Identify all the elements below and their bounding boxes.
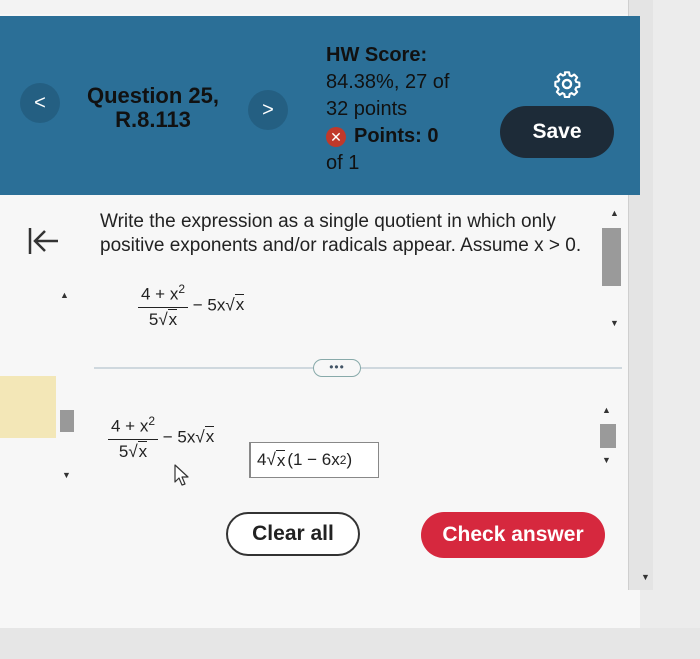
answer-factor: (1 − 6x — [287, 450, 340, 469]
previous-question-button[interactable]: < — [20, 83, 60, 123]
numerator-exponent: 2 — [148, 414, 156, 428]
save-button[interactable]: Save — [500, 106, 614, 158]
question-prompt: Write the expression as a single quotien… — [100, 211, 582, 256]
prompt-scrollbar-thumb[interactable] — [602, 228, 621, 286]
work-fraction: 4 + x2 5√x — [108, 414, 159, 462]
points-total: of 1 — [326, 152, 360, 174]
radical-sign: √ — [195, 427, 205, 447]
next-question-button[interactable]: > — [248, 90, 288, 130]
radical-sign: √ — [266, 450, 276, 469]
fraction-numerator: 4 + x — [111, 416, 149, 436]
numerator-exponent: 2 — [178, 282, 186, 296]
answer-exponent: 2 — [339, 453, 347, 467]
given-fraction: 4 + x2 5√x — [138, 282, 189, 330]
prompt-scroll-up-icon[interactable]: ▲ — [610, 208, 619, 218]
chevron-right-icon: > — [262, 98, 274, 121]
clear-all-button[interactable]: Clear all — [226, 512, 360, 556]
left-scroll-up-icon[interactable]: ▲ — [60, 290, 69, 300]
work-scrollbar-thumb[interactable] — [600, 424, 616, 448]
outer-scroll-down-icon[interactable]: ▼ — [641, 572, 650, 582]
subtracted-term: − 5x — [162, 427, 196, 447]
left-scrollbar-thumb[interactable] — [60, 410, 74, 432]
hw-score: HW Score: 84.38%, 27 of 32 points ✕ Point… — [326, 42, 501, 177]
fraction-numerator: 4 + x — [141, 284, 179, 304]
hw-score-value: 84.38%, 27 of — [326, 71, 450, 93]
mouse-cursor-icon — [174, 464, 189, 486]
answer-close-paren: ) — [346, 450, 353, 469]
hw-score-points: 32 points — [326, 98, 408, 120]
answer-input[interactable]: 4 √ x (1 − 6x 2) — [249, 442, 379, 478]
subtracted-term: − 5x — [192, 295, 226, 315]
collapse-left-icon[interactable] — [26, 224, 60, 258]
work-scroll-up-icon[interactable]: ▲ — [602, 405, 611, 415]
radical-sign: √ — [158, 309, 168, 329]
answer-coefficient: 4 — [257, 450, 267, 469]
denominator-coefficient: 5 — [148, 309, 159, 329]
bottom-edge — [0, 628, 700, 659]
chevron-left-icon: < — [34, 91, 46, 114]
question-number: Question 25, — [86, 83, 220, 108]
left-scroll-down-icon[interactable]: ▼ — [62, 470, 71, 480]
work-expression: 4 + x2 5√x − 5x√x — [108, 414, 215, 462]
term-radicand: x — [204, 426, 215, 447]
denominator-coefficient: 5 — [118, 441, 129, 461]
question-section: R.8.113 — [115, 107, 191, 132]
radical-sign: √ — [225, 295, 235, 315]
denominator-radicand: x — [137, 440, 148, 461]
expand-more-button[interactable]: ••• — [313, 359, 361, 377]
points-label: Points: 0 — [354, 125, 439, 147]
top-edge — [0, 0, 640, 14]
term-radicand: x — [234, 294, 245, 315]
work-scroll-down-icon[interactable]: ▼ — [602, 455, 611, 465]
gear-icon[interactable] — [553, 70, 581, 98]
prompt-scroll-down-icon[interactable]: ▼ — [610, 318, 619, 328]
radical-sign: √ — [128, 441, 138, 461]
hw-score-label: HW Score: — [326, 44, 428, 66]
question-title: Question 25, R.8.113 — [78, 84, 228, 132]
answer-radicand: x — [275, 449, 286, 470]
incorrect-icon: ✕ — [326, 126, 346, 147]
given-expression: 4 + x2 5√x − 5x√x — [138, 282, 245, 330]
denominator-radicand: x — [167, 308, 178, 329]
check-answer-button[interactable]: Check answer — [421, 512, 605, 558]
side-panel-highlight — [0, 376, 56, 438]
